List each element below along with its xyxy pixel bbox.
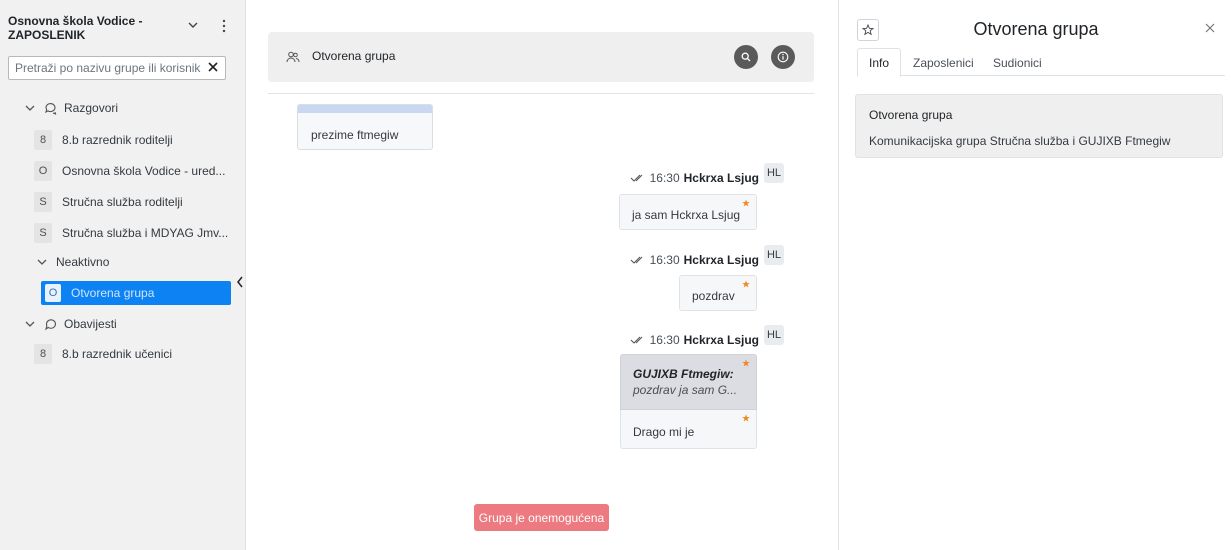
star-icon [742, 359, 750, 367]
group-label: 8.b razrednik roditelji [62, 133, 173, 147]
message-meta: 16:30 Hckrxa Lsjug [630, 252, 759, 268]
card-description: Komunikacijska grupa Stručna služba i GU… [869, 134, 1171, 148]
chat-header: Otvorena grupa [268, 32, 814, 82]
avatar: HL [764, 245, 784, 265]
section-obavijesti[interactable]: Obavijesti [24, 313, 117, 335]
group-label: Otvorena grupa [71, 286, 155, 300]
message-incoming: prezime ftmegiw [297, 104, 433, 150]
chevron-down-icon [37, 259, 47, 265]
chevron-left-icon[interactable] [236, 276, 244, 288]
group-badge: O [34, 161, 52, 181]
divider [268, 93, 814, 94]
star-icon [742, 414, 750, 422]
quote-text: pozdrav ja sam G... [633, 383, 738, 397]
message-bubble[interactable]: ja sam Hckrxa Lsjug [619, 194, 757, 230]
message-author: Hckrxa Lsjug [683, 333, 759, 347]
star-icon [742, 199, 750, 207]
quoted-message[interactable]: GUJIXB Ftmegiw: pozdrav ja sam G... [620, 354, 757, 410]
double-check-icon [630, 336, 642, 344]
section-neaktivno[interactable]: Neaktivno [36, 251, 109, 273]
section-label: Razgovori [64, 101, 119, 115]
avatar: HL [764, 325, 784, 345]
chevron-down-icon [25, 105, 35, 111]
group-badge: S [34, 223, 52, 243]
message-quote-bar [298, 105, 432, 113]
section-label: Obavijesti [64, 317, 117, 331]
double-check-icon [630, 256, 642, 264]
message-time: 16:30 [649, 333, 680, 347]
message-text: ja sam Hckrxa Lsjug [632, 208, 741, 222]
sidebar-item-group[interactable]: 8 8.b razrednik učenici [34, 342, 230, 366]
chat-bubbles-icon [45, 103, 57, 115]
group-label: Stručna služba i MDYAG Jmv... [62, 226, 229, 240]
message-time: 16:30 [649, 171, 680, 185]
chat-bubble-icon [45, 319, 57, 331]
group-disabled-button: Grupa je onemogućena [474, 504, 609, 531]
info-button[interactable] [771, 45, 795, 69]
org-title: Osnovna škola Vodice - ZAPOSLENIK [8, 14, 143, 42]
group-label: 8.b razrednik učenici [62, 347, 173, 361]
message-meta: 16:30 Hckrxa Lsjug [630, 170, 759, 186]
avatar: HL [764, 163, 784, 183]
message-author: Hckrxa Lsjug [683, 253, 759, 267]
sidebar-item-group[interactable]: 8 8.b razrednik roditelji [34, 128, 230, 152]
tab-sudionici[interactable]: Sudionici [985, 48, 1050, 77]
group-badge: 8 [34, 130, 52, 150]
group-badge: S [34, 192, 52, 212]
kebab-menu-icon[interactable] [219, 18, 229, 34]
double-check-icon [630, 174, 642, 182]
sidebar-item-group[interactable]: S Stručna služba i MDYAG Jmv... [34, 221, 230, 245]
message-meta: 16:30 Hckrxa Lsjug [630, 332, 759, 348]
group-info-card: Otvorena grupa Komunikacijska grupa Stru… [855, 94, 1223, 158]
tab-zaposlenici[interactable]: Zaposlenici [905, 48, 982, 77]
section-razgovori[interactable]: Razgovori [24, 97, 118, 119]
message-author: Hckrxa Lsjug [683, 171, 759, 185]
quote-author: GUJIXB Ftmegiw: [633, 367, 734, 381]
search-input[interactable] [8, 56, 226, 80]
chevron-down-icon [25, 321, 35, 327]
group-label: Osnovna škola Vodice - ured... [62, 164, 226, 178]
message-bubble[interactable]: pozdrav [679, 275, 757, 311]
group-label: Stručna služba roditelji [62, 195, 183, 209]
chevron-down-icon[interactable] [186, 18, 200, 32]
card-title: Otvorena grupa [869, 108, 953, 122]
tab-info[interactable]: Info [857, 48, 901, 77]
message-text: pozdrav [692, 289, 735, 303]
message-text: prezime ftmegiw [311, 128, 399, 142]
chat-title: Otvorena grupa [312, 49, 396, 63]
group-badge: 8 [34, 344, 52, 364]
sidebar-item-group[interactable]: S Stručna služba roditelji [34, 190, 230, 214]
org-header: Osnovna škola Vodice - ZAPOSLENIK [8, 14, 233, 54]
sidebar-item-otvorena-grupa[interactable]: O Otvorena grupa [41, 281, 231, 305]
info-title: Otvorena grupa [973, 19, 1099, 39]
search-icon [741, 52, 751, 62]
users-icon [286, 51, 300, 63]
info-tabs: Info Zaposlenici Sudionici [857, 48, 1225, 77]
info-panel: Otvorena grupa Info Zaposlenici Sudionic… [838, 0, 1232, 550]
sidebar: Osnovna škola Vodice - ZAPOSLENIK Razgov… [0, 0, 246, 550]
close-icon[interactable] [1204, 22, 1216, 34]
chat-panel: Otvorena grupa prezime ftmegiw 16:30 Hck… [246, 0, 838, 550]
message-text: Drago mi je [633, 425, 695, 439]
clear-icon[interactable] [206, 60, 220, 74]
group-badge: O [45, 284, 61, 302]
message-time: 16:30 [649, 253, 680, 267]
sidebar-item-group[interactable]: O Osnovna škola Vodice - ured... [34, 159, 230, 183]
search-button[interactable] [734, 45, 758, 69]
message-bubble[interactable]: Drago mi je [620, 410, 757, 449]
info-icon [777, 51, 789, 63]
section-label: Neaktivno [56, 255, 110, 269]
star-icon [742, 280, 750, 288]
